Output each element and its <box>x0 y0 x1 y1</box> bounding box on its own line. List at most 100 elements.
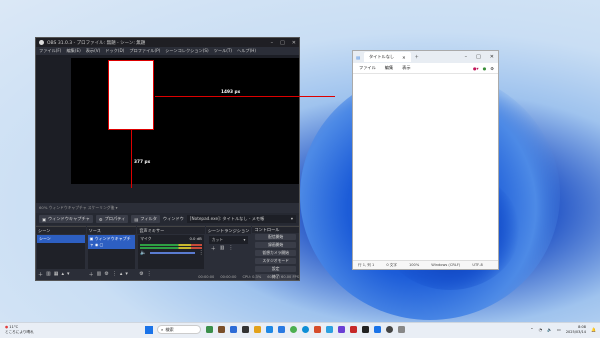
menu-view[interactable]: 表示 <box>402 65 410 71</box>
menu-file[interactable]: ファイル <box>359 65 376 71</box>
mixer-dock-title: 音声ミキサー <box>137 227 205 234</box>
obs-preview[interactable]: 1493 px 377 px <box>36 55 335 203</box>
scene-item[interactable]: シーン <box>37 235 85 243</box>
app-icon[interactable] <box>398 326 405 333</box>
taskbar-search[interactable]: ⌕ 検索 <box>157 325 201 334</box>
app-icon[interactable] <box>350 326 357 333</box>
transition-select[interactable]: カット ▾ <box>208 236 249 244</box>
minimize-icon[interactable]: – <box>465 54 468 60</box>
transitions-body: カット ▾ ＋ ▥ ⋮ <box>207 235 251 277</box>
start-streaming-button[interactable]: 配信開始 <box>255 234 296 240</box>
speaker-icon[interactable]: 🔈 <box>140 250 146 256</box>
menu-view[interactable]: 表示(V) <box>86 48 101 54</box>
chrome-icon[interactable] <box>290 326 297 333</box>
edge-icon[interactable] <box>302 326 309 333</box>
window-select[interactable]: [Notepad.exe]: タイトルなし - メモ帳 ▾ <box>186 215 296 223</box>
terminal-icon[interactable] <box>362 326 369 333</box>
scale-status[interactable]: 60% ウィンドウキャプチャ スケーリング後 ▾ <box>36 204 302 211</box>
notepad-editor[interactable] <box>353 74 498 260</box>
account-icon[interactable]: ● <box>483 66 487 71</box>
menu-edit[interactable]: 編集(E) <box>66 48 80 54</box>
audio-meter <box>140 247 202 249</box>
properties-button[interactable]: ⚙ プロパティ <box>95 215 129 223</box>
notepad-tab[interactable]: タイトルなし ✕ <box>363 52 411 62</box>
app-icon[interactable] <box>338 326 345 333</box>
trash-icon[interactable]: ▥ <box>220 245 225 252</box>
notepad-tabbar: ▤ タイトルなし ✕ ＋ – □ ✕ <box>353 51 498 63</box>
minimize-icon[interactable]: – <box>271 40 274 46</box>
notification-icon[interactable]: 🔔 <box>591 327 596 332</box>
eye-icon[interactable]: ◉ <box>95 242 99 247</box>
start-virtual-camera-button[interactable]: 仮想カメラ開始 <box>255 250 296 256</box>
file-explorer-icon[interactable] <box>254 326 261 333</box>
maximize-icon[interactable]: □ <box>280 40 285 46</box>
close-icon[interactable]: ✕ <box>490 54 494 60</box>
source-item[interactable]: ▣ ウィンドウキャプチャ ◉ ▢ <box>87 235 136 249</box>
record-time: 00:00:00 <box>220 274 237 279</box>
chevron-up-icon[interactable]: ⌃ <box>530 327 533 332</box>
more-icon[interactable]: ⋮ <box>228 245 233 252</box>
menu-file[interactable]: ファイル(F) <box>39 48 61 54</box>
widgets-icon[interactable] <box>206 326 213 333</box>
monitor-icon: ▣ <box>42 216 46 222</box>
notepad-window[interactable]: ▤ タイトルなし ✕ ＋ – □ ✕ ファイル 編集 表示 ●▾ ● ⚙ 行 1,… <box>352 50 499 270</box>
filters-button[interactable]: ▤ フィルタ <box>131 215 160 223</box>
encoding: UTF-8 <box>472 263 483 267</box>
weather-icon: ● <box>5 325 9 329</box>
transitions-dock: シーントランジション カット ▾ ＋ ▥ ⋮ <box>205 226 252 278</box>
app-icon[interactable] <box>242 326 249 333</box>
obs-title: OBS 31.0.3 - プロファイル: 無題 - シーン: 無題 <box>47 40 146 46</box>
obs-titlebar[interactable]: OBS 31.0.3 - プロファイル: 無題 - シーン: 無題 – □ ✕ <box>36 38 299 47</box>
captured-window[interactable] <box>108 60 154 130</box>
notepad-icon[interactable] <box>278 326 285 333</box>
sources-list: ▣ ウィンドウキャプチャ ◉ ▢ <box>87 235 136 269</box>
app-icon[interactable] <box>230 326 237 333</box>
start-button[interactable] <box>145 326 153 334</box>
obs-window[interactable]: OBS 31.0.3 - プロファイル: 無題 - シーン: 無題 – □ ✕ … <box>35 37 335 281</box>
notepad-icon: ▤ <box>356 54 360 60</box>
stream-time: 00:00:00 <box>198 274 215 279</box>
lock-icon[interactable]: ▢ <box>100 242 104 247</box>
start-recording-button[interactable]: 録画開始 <box>255 242 296 248</box>
mixer-body: マイク 0.0 dB 🔈 ⋮ <box>138 235 204 269</box>
notepad-menubar: ファイル 編集 表示 ●▾ ● ⚙ <box>353 63 498 74</box>
height-measure: 377 px <box>134 160 151 165</box>
more-icon[interactable]: ⋮ <box>199 250 204 256</box>
app-icon[interactable] <box>326 326 333 333</box>
fps-readout: 60.00 / 60.00 FPS <box>267 274 299 279</box>
menu-edit[interactable]: 編集 <box>385 65 393 71</box>
studio-mode-button[interactable]: スタジオモード <box>255 258 296 264</box>
add-icon[interactable]: ＋ <box>211 245 216 252</box>
notepad-statusbar: 行 1, 列 1 0 文字 100% Windows (CRLF) UTF-8 <box>353 260 498 269</box>
menu-help[interactable]: ヘルプ(H) <box>237 48 256 54</box>
app-icon[interactable] <box>314 326 321 333</box>
app-icon[interactable] <box>374 326 381 333</box>
copilot-icon[interactable]: ●▾ <box>473 66 479 71</box>
maximize-icon[interactable]: □ <box>476 54 481 60</box>
settings-button[interactable]: 設定 <box>255 266 296 272</box>
menu-profile[interactable]: プロファイル(P) <box>129 48 160 54</box>
menu-scene-collection[interactable]: シーンコレクション(S) <box>165 48 208 54</box>
network-icon[interactable]: ◔ <box>539 327 543 332</box>
menu-docks[interactable]: ドック(D) <box>105 48 124 54</box>
weather-widget[interactable]: ● 11°C ところにより晴れ <box>5 325 34 334</box>
gear-icon[interactable]: ⚙ <box>490 66 494 71</box>
menu-tools[interactable]: ツール(T) <box>214 48 232 54</box>
app-icon[interactable] <box>218 326 225 333</box>
close-tab-icon[interactable]: ✕ <box>402 55 406 60</box>
clock[interactable]: 8:08 2025/03/14 <box>566 325 586 334</box>
new-tab-icon[interactable]: ＋ <box>415 54 419 60</box>
source-toolbar: ▣ ウィンドウキャプチャ ⚙ プロパティ ▤ フィルタ ウィンドウ [Notepad.… <box>36 213 299 225</box>
width-guide <box>155 96 335 97</box>
speaker-icon[interactable]: 🔈 <box>547 327 552 332</box>
obs-icon[interactable] <box>386 326 393 333</box>
app-icon[interactable] <box>266 326 273 333</box>
obs-logo-icon <box>39 40 44 45</box>
system-tray: ⌃ ◔ 🔈 ▭ 8:08 2025/03/14 🔔 <box>530 325 596 334</box>
close-icon[interactable]: ✕ <box>292 40 296 46</box>
battery-icon[interactable]: ▭ <box>557 327 561 332</box>
filter-icon: ▤ <box>134 216 139 222</box>
obs-docks: シーン シーン ＋ ▥ ▦ ▴ ▾ ソース ▣ ウィンドウキャプチャ ◉ ▢ ＋ ▥ ⚙ ⋮ ▴… <box>36 226 299 280</box>
preview-canvas[interactable]: 1493 px 377 px <box>71 58 335 188</box>
volume-slider[interactable] <box>150 252 195 254</box>
